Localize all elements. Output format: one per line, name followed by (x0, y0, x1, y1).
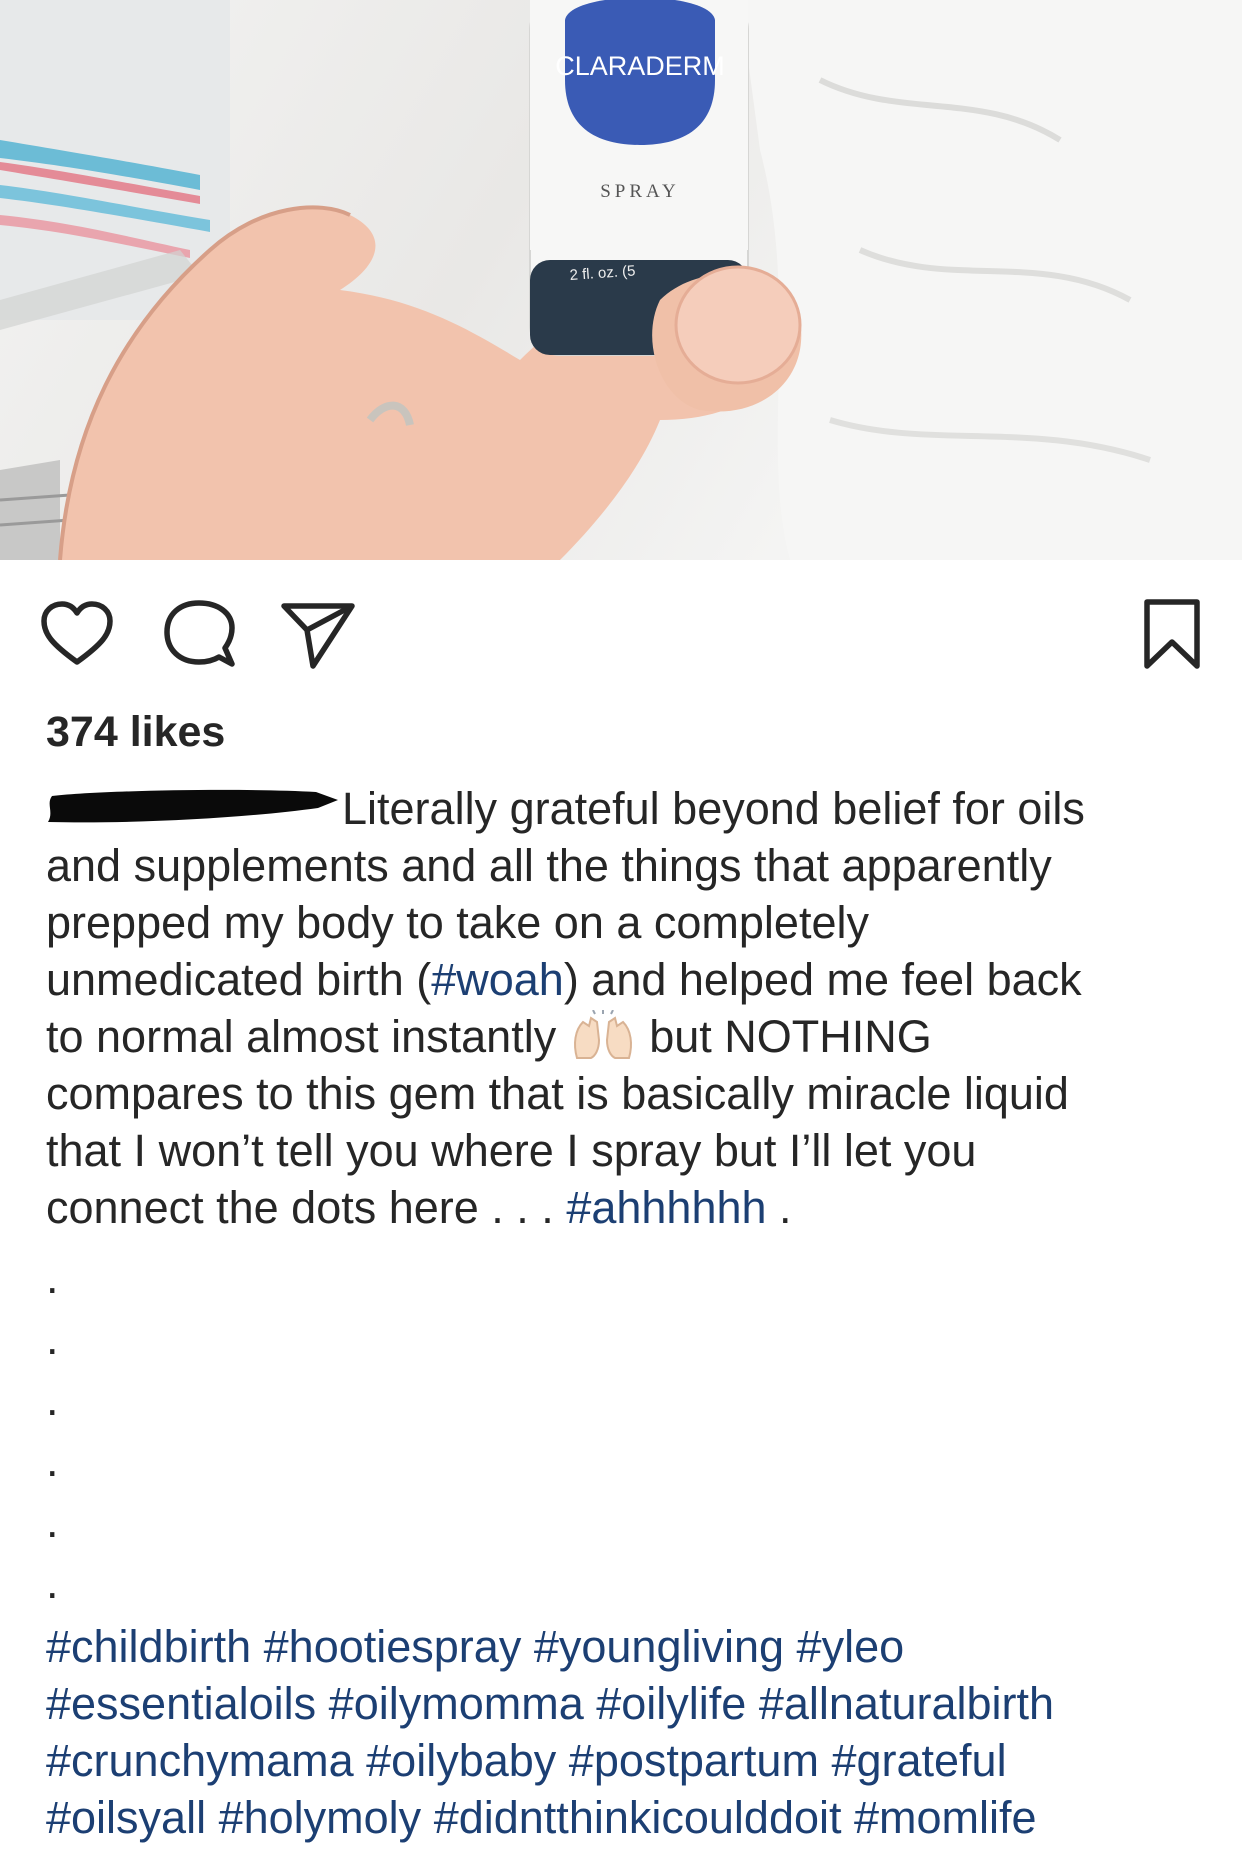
hashtag-block: #childbirth #hootiespray #youngliving #y… (46, 1618, 1226, 1846)
hashtag-link[interactable]: #didntthinkicoulddoit (434, 1792, 842, 1843)
spacer-dot: . (46, 1252, 59, 1303)
bottle-brand-text: CLARADERM (555, 51, 725, 81)
hashtag-link[interactable]: #oilsyall (46, 1792, 206, 1843)
bookmark-icon (1144, 599, 1200, 669)
hashtag-line: #oilsyall #holymoly #didntthinkicoulddoi… (46, 1789, 1226, 1846)
hashtag-link[interactable]: #grateful (831, 1735, 1006, 1786)
spacer-dot: . (46, 1557, 59, 1608)
caption-text-line-5a: to normal almost instantly (46, 1011, 569, 1062)
comment-button[interactable] (163, 600, 237, 670)
caption-text-line-8a: connect the dots here . . . (46, 1182, 567, 1233)
like-count[interactable]: 374 likes (46, 708, 225, 757)
raising-hands-emoji-icon (569, 1009, 637, 1060)
hashtag-link[interactable]: #oilymomma (329, 1678, 584, 1729)
hashtag-line: #essentialoils #oilymomma #oilylife #all… (46, 1675, 1226, 1732)
caption-text-line-1: Literally grateful beyond belief for oil… (342, 783, 1085, 834)
hashtag-link[interactable]: #woah (431, 954, 564, 1005)
post-action-bar (0, 560, 1242, 680)
like-button[interactable] (40, 600, 114, 670)
spacer-dot: . (46, 1435, 59, 1486)
hashtag-line: #crunchymama #oilybaby #postpartum #grat… (46, 1732, 1226, 1789)
caption-text-line-4a: unmedicated birth ( (46, 954, 432, 1005)
share-button[interactable] (280, 602, 356, 672)
spacer-dot: . (46, 1496, 59, 1547)
hashtag-link[interactable]: #essentialoils (46, 1678, 316, 1729)
hashtag-link[interactable]: #momlife (854, 1792, 1037, 1843)
hashtag-link[interactable]: #oilylife (596, 1678, 746, 1729)
caption-text-line-4b: ) and helped me feel back (563, 954, 1082, 1005)
hashtag-link[interactable]: #childbirth (46, 1621, 251, 1672)
redacted-username (46, 784, 342, 824)
hashtag-link[interactable]: #yleo (797, 1621, 905, 1672)
comment-bubble-icon (164, 600, 235, 667)
hashtag-link[interactable]: #postpartum (569, 1735, 819, 1786)
caption-text-line-3: prepped my body to take on a completely (46, 897, 869, 948)
spacer-dot: . (46, 1313, 59, 1364)
hashtag-link[interactable]: #youngliving (534, 1621, 784, 1672)
save-button[interactable] (1143, 598, 1201, 670)
hashtag-link[interactable]: #hootiespray (264, 1621, 522, 1672)
caption-text-line-2: and supplements and all the things that … (46, 840, 1052, 891)
post-photo-illustration: CLARADERM SPRAY 2 fl. oz. (5 (0, 0, 1242, 560)
hashtag-link[interactable]: #ahhhhhh (566, 1182, 766, 1233)
hashtag-link[interactable]: #allnaturalbirth (759, 1678, 1054, 1729)
caption-line: connect the dots here . . . #ahhhhhh . (46, 1179, 1206, 1236)
paper-plane-icon (281, 603, 355, 669)
hashtag-link[interactable]: #holymoly (219, 1792, 422, 1843)
caption-text-line-6: compares to this gem that is basically m… (46, 1068, 1069, 1119)
bottle-type-text: SPRAY (600, 181, 680, 202)
post-caption: Literally grateful beyond belief for oil… (46, 780, 1206, 1236)
heart-icon (41, 601, 113, 665)
hashtag-link[interactable]: #oilybaby (366, 1735, 556, 1786)
caption-text-line-7: that I won’t tell you where I spray but … (46, 1125, 977, 1176)
spacer-dot: . (46, 1374, 59, 1425)
hashtag-line: #childbirth #hootiespray #youngliving #y… (46, 1618, 1226, 1675)
post-photo[interactable]: CLARADERM SPRAY 2 fl. oz. (5 (0, 0, 1242, 560)
hashtag-link[interactable]: #crunchymama (46, 1735, 354, 1786)
caption-text-line-8b: . (766, 1182, 792, 1233)
caption-text-line-5b: but NOTHING (636, 1011, 932, 1062)
caption-line: to normal almost instantly but NOTHING (46, 1008, 1206, 1065)
caption-line: unmedicated birth (#woah) and helped me … (46, 951, 1206, 1008)
caption-line: Literally grateful beyond belief for oil… (46, 780, 1206, 837)
